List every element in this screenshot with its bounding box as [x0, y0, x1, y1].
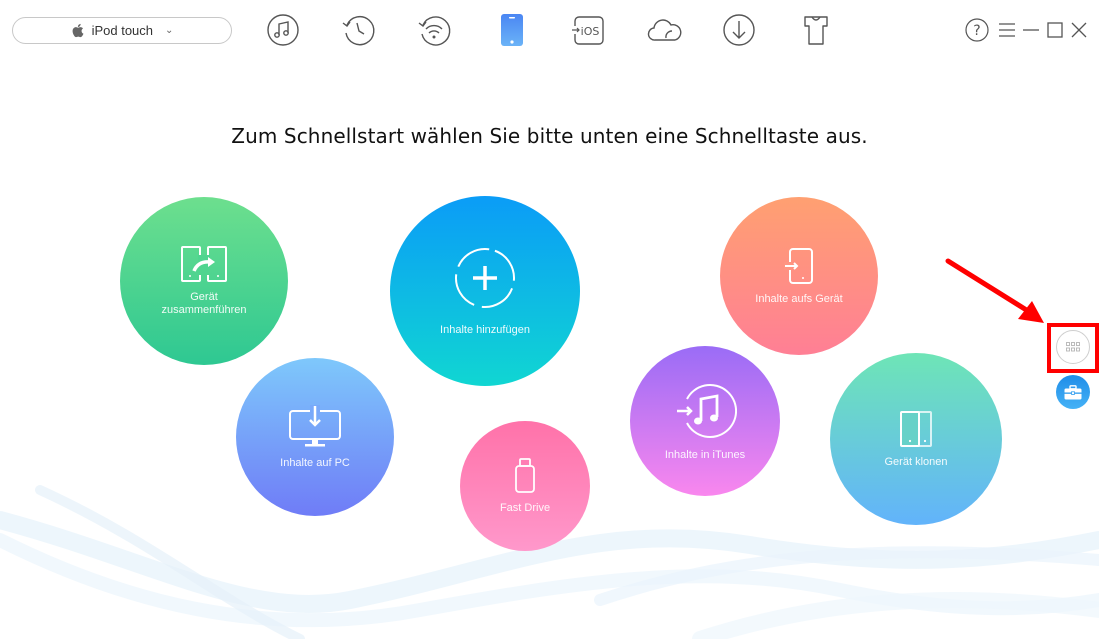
close-button[interactable]	[1067, 18, 1091, 42]
toolbar-ios-mover[interactable]: iOS	[570, 12, 606, 48]
quick-action-label: Inhalte hinzufügen	[440, 323, 530, 336]
quick-action-content-to-itunes[interactable]: Inhalte in iTunes	[630, 346, 780, 496]
merge-devices-icon	[181, 246, 227, 282]
svg-text:iOS: iOS	[581, 25, 600, 38]
toolbar-toolkit[interactable]	[798, 12, 834, 48]
cloud-icon	[647, 19, 682, 41]
quick-action-label: Fast Drive	[499, 501, 551, 514]
quick-action-label: Inhalte auf PC	[280, 456, 350, 469]
toolbar-icloud[interactable]	[646, 12, 682, 48]
device-selector[interactable]: iPod touch ⌄	[12, 17, 232, 44]
maximize-button[interactable]	[1043, 18, 1067, 42]
quick-action-merge-device[interactable]: Gerät zusammenführen	[120, 197, 288, 365]
close-icon	[1071, 22, 1087, 38]
quick-action-content-to-pc[interactable]: Inhalte auf PC	[236, 358, 394, 516]
tshirt-icon	[804, 16, 828, 45]
toolbar-air-backup[interactable]	[416, 12, 452, 48]
minimize-button[interactable]	[1019, 18, 1043, 42]
device-name: iPod touch	[91, 23, 154, 38]
toolbar-device[interactable]	[494, 12, 530, 48]
quick-action-clone-device[interactable]: Gerät klonen	[830, 353, 1002, 525]
quick-action-fast-drive[interactable]: Fast Drive	[460, 421, 590, 551]
label-line-1: Gerät	[190, 291, 218, 303]
quick-action-label: Inhalte in iTunes	[664, 448, 746, 461]
download-circle-icon	[723, 14, 755, 46]
monitor-download-icon	[289, 404, 341, 446]
toolbar-history[interactable]	[340, 12, 376, 48]
usb-drive-icon	[515, 457, 535, 493]
label-line-2: zusammenführen	[161, 304, 247, 316]
apple-logo-icon	[72, 23, 84, 38]
annotation-arrow	[945, 258, 1044, 323]
ios-transfer-icon: iOS	[572, 16, 604, 45]
quickstart-heading: Zum Schnellstart wählen Sie bitte unten …	[231, 124, 868, 148]
phone-icon	[501, 14, 523, 46]
minimize-icon	[1023, 29, 1039, 31]
itunes-transfer-icon	[677, 383, 737, 438]
menu-button[interactable]	[995, 18, 1019, 42]
toolbox-icon	[1064, 384, 1082, 399]
quick-action-add-content[interactable]: Inhalte hinzufügen	[390, 196, 580, 386]
wifi-backup-icon	[418, 16, 451, 46]
chevron-down-icon: ⌄	[165, 25, 174, 36]
clone-device-icon	[900, 410, 932, 447]
toolbar-download[interactable]	[721, 12, 757, 48]
quick-action-content-to-device[interactable]: Inhalte aufs Gerät	[720, 197, 878, 355]
quick-action-label: Gerät zusammenführen	[162, 291, 247, 317]
music-note-circle-icon	[267, 14, 299, 46]
menu-icon	[999, 23, 1015, 37]
to-device-icon	[784, 247, 813, 284]
svg-text:?: ?	[973, 23, 980, 39]
history-clock-icon	[342, 15, 375, 46]
quick-action-label: Gerät klonen	[884, 455, 948, 468]
add-content-icon	[455, 247, 515, 308]
more-features-button[interactable]	[1056, 330, 1090, 364]
help-button[interactable]: ?	[965, 18, 989, 42]
help-icon: ?	[965, 18, 989, 42]
maximize-icon	[1047, 22, 1063, 38]
quick-action-label: Inhalte aufs Gerät	[755, 292, 843, 305]
top-toolbar: iPod touch ⌄ iOS ?	[0, 0, 1099, 62]
grid-apps-icon	[1066, 342, 1080, 352]
toolbox-button[interactable]	[1056, 375, 1090, 409]
toolbar-music[interactable]	[265, 12, 301, 48]
